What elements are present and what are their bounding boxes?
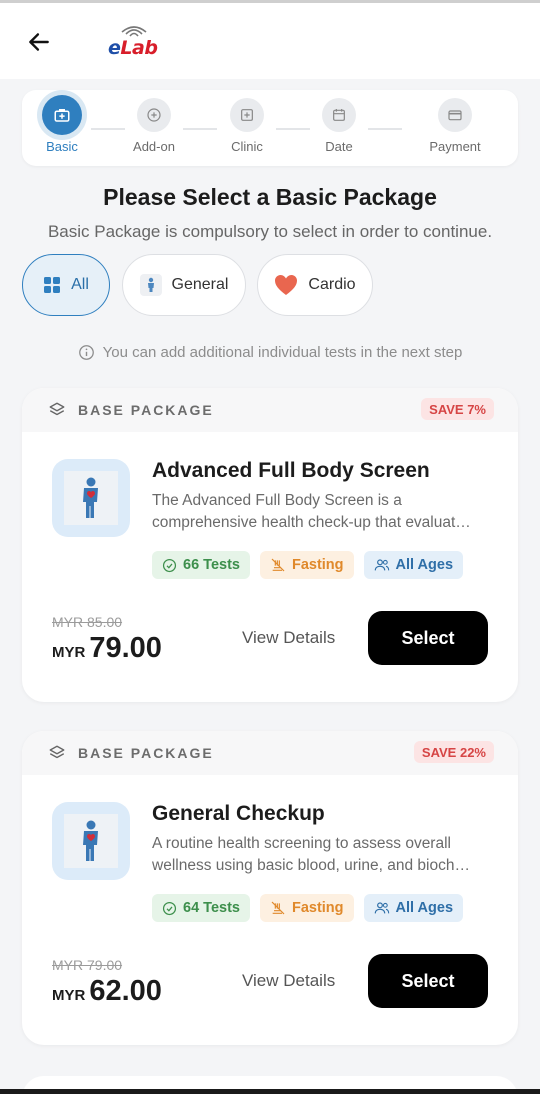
page-subtitle: Basic Package is compulsory to select in… [47, 222, 493, 241]
filter-label: All [71, 276, 89, 293]
select-button[interactable]: Select [368, 611, 488, 665]
body-icon [83, 820, 98, 861]
filter-chip-all[interactable]: All [22, 254, 110, 316]
calendar-icon [333, 109, 345, 121]
filter-label: General [171, 276, 229, 293]
package-thumbnail [52, 459, 130, 537]
navigation-bar [0, 1089, 540, 1094]
layers-icon [49, 402, 65, 416]
package-attributes: 64 Tests Fasting All Ages [152, 894, 464, 922]
plus-circle-icon [147, 108, 161, 122]
fasting-pill: Fasting [259, 894, 354, 922]
card-icon [448, 110, 462, 121]
info-text: You can add additional individual tests … [102, 344, 463, 361]
package-card: BASE PACKAGE SAVE 22% General Checkup A … [22, 731, 518, 1045]
app-header: eLab [0, 3, 540, 79]
filter-chip-cardio[interactable]: Cardio [257, 254, 373, 316]
original-price: MYR 85.00 [52, 614, 123, 630]
step-label: Basic [46, 139, 78, 154]
step-date[interactable]: Date [299, 98, 379, 154]
card-header: BASE PACKAGE SAVE 22% [22, 731, 518, 775]
body-icon [83, 477, 98, 518]
step-label: Payment [429, 139, 481, 154]
package-thumbnail [52, 802, 130, 880]
current-price: MYR 79.00 [52, 632, 162, 664]
step-addon[interactable]: Add-on [114, 98, 194, 154]
save-badge: SAVE 22% [413, 741, 494, 763]
no-food-icon [271, 901, 285, 915]
filter-label: Cardio [308, 276, 356, 293]
fasting-pill: Fasting [259, 551, 354, 579]
clinic-icon [241, 109, 253, 121]
package-name: General Checkup [152, 802, 325, 825]
select-button[interactable]: Select [368, 954, 488, 1008]
card-header: BASE PACKAGE SAVE 7% [22, 388, 518, 432]
package-tag: BASE PACKAGE [78, 745, 214, 761]
step-label: Add-on [133, 139, 175, 154]
users-icon [374, 559, 389, 571]
elab-logo: eLab [106, 23, 158, 65]
package-tag: BASE PACKAGE [78, 402, 214, 418]
page-title: Please Select a Basic Package [103, 184, 437, 210]
person-icon [139, 274, 162, 296]
step-connector [368, 128, 402, 130]
package-name: Advanced Full Body Screen [152, 459, 430, 482]
tests-pill: 66 Tests [152, 551, 250, 579]
logo-wordmark: eLab [108, 37, 158, 59]
package-card: BASE PACKAGE SAVE 7% Advanced Full Body … [22, 388, 518, 702]
current-price: MYR 62.00 [52, 975, 162, 1007]
back-button[interactable] [22, 25, 56, 59]
check-circle-icon [162, 558, 177, 572]
tests-pill: 64 Tests [152, 894, 250, 922]
original-price: MYR 79.00 [52, 957, 123, 973]
filter-chip-general[interactable]: General [122, 254, 246, 316]
package-description: A routine health screening to assess ove… [152, 835, 470, 874]
step-label: Date [325, 139, 353, 154]
layers-icon [49, 745, 65, 759]
wifi-icon [121, 26, 147, 37]
step-payment[interactable]: Payment [415, 98, 495, 154]
ages-pill: All Ages [363, 551, 464, 579]
info-note: You can add additional individual tests … [0, 344, 540, 361]
arrow-left-icon [29, 33, 49, 51]
medical-kit-icon [54, 109, 70, 122]
check-circle-icon [162, 901, 177, 915]
view-details-link[interactable]: View Details [242, 971, 335, 991]
booking-stepper: Basic Add-on Clinic Date Payment [22, 90, 518, 166]
ages-pill: All Ages [363, 894, 464, 922]
step-basic[interactable]: Basic [22, 95, 102, 154]
package-attributes: 66 Tests Fasting All Ages [152, 551, 464, 579]
users-icon [374, 902, 389, 914]
step-label: Clinic [231, 139, 263, 154]
grid-icon [44, 277, 61, 293]
step-clinic[interactable]: Clinic [207, 98, 287, 154]
no-food-icon [271, 558, 285, 572]
save-badge: SAVE 7% [421, 398, 494, 420]
heart-icon [275, 275, 298, 295]
info-icon [78, 345, 94, 360]
view-details-link[interactable]: View Details [242, 628, 335, 648]
package-description: The Advanced Full Body Screen is a compr… [152, 492, 471, 531]
